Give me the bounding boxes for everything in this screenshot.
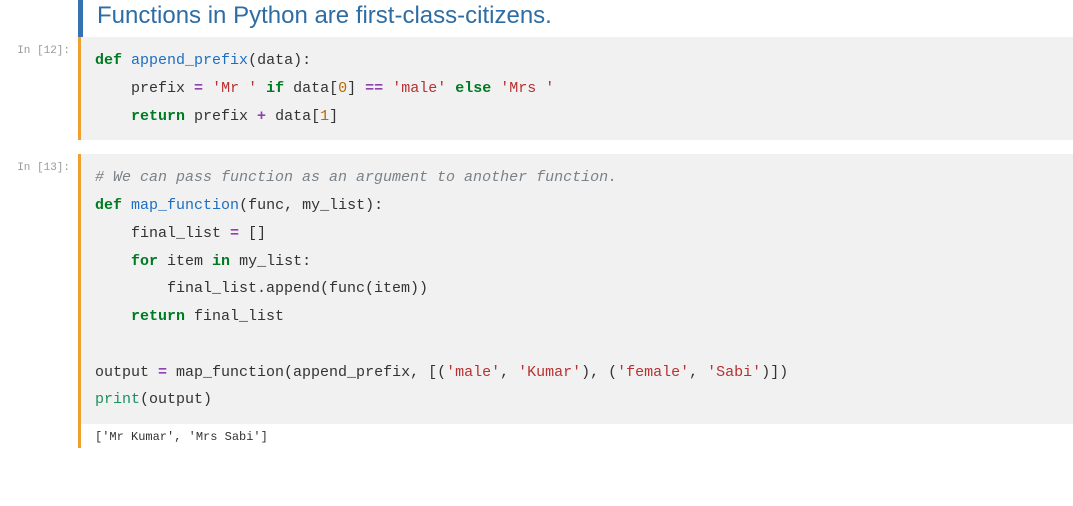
cell-gap <box>0 140 1073 154</box>
heading-text: Functions in Python are first-class-citi… <box>97 0 1073 31</box>
cell-main: def append_prefix(data): prefix = 'Mr ' … <box>78 37 1073 140</box>
markdown-content: Functions in Python are first-class-citi… <box>78 0 1073 37</box>
code-output: ['Mr Kumar', 'Mrs Sabi'] <box>81 424 1073 448</box>
code-cell-13: In [13]: # We can pass function as an ar… <box>0 154 1073 448</box>
code-input[interactable]: # We can pass function as an argument to… <box>81 154 1073 424</box>
input-prompt: In [13]: <box>0 154 78 448</box>
markdown-cell: Functions in Python are first-class-citi… <box>0 0 1073 37</box>
input-prompt: In [12]: <box>0 37 78 140</box>
code-input[interactable]: def append_prefix(data): prefix = 'Mr ' … <box>81 37 1073 140</box>
code-cell-12: In [12]: def append_prefix(data): prefix… <box>0 37 1073 140</box>
prompt-gutter <box>0 0 78 37</box>
cell-main: # We can pass function as an argument to… <box>78 154 1073 448</box>
